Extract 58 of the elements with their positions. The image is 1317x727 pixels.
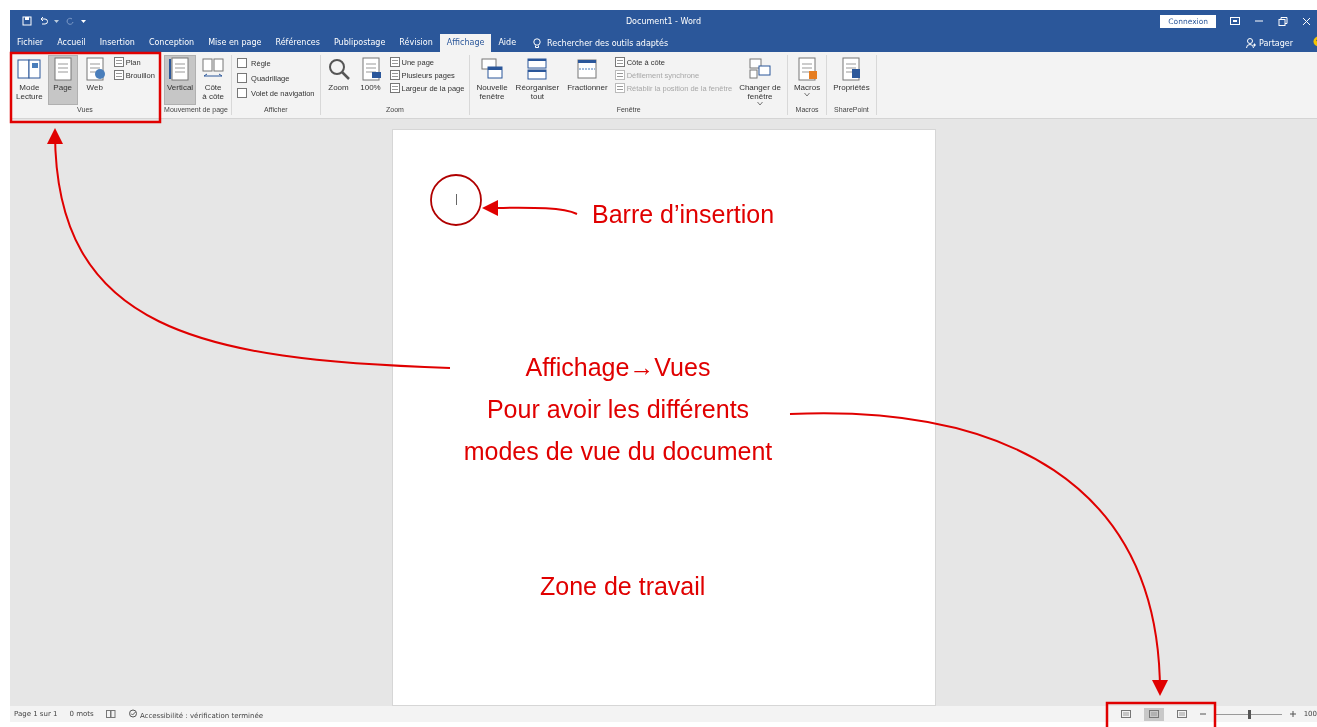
ribbon-button[interactable]: Côte à côte	[198, 55, 229, 105]
book-check-icon[interactable]	[105, 709, 116, 719]
ribbon-button[interactable]: 100%	[355, 55, 386, 105]
ribbon-tab[interactable]: Révision	[392, 34, 440, 52]
annotation-label: Barre d’insertion	[592, 199, 775, 230]
zoom-in-icon[interactable]	[1289, 711, 1296, 717]
share-button[interactable]: Partager	[1240, 34, 1299, 52]
ribbon-button[interactable]: Changer de fenêtre	[736, 55, 784, 108]
ribbon-button[interactable]: Fractionner	[564, 55, 611, 105]
checkbox[interactable]	[237, 88, 248, 98]
view-button[interactable]	[1143, 707, 1164, 721]
save-icon[interactable]	[22, 16, 32, 26]
ribbon-button[interactable]: Vertical	[163, 55, 197, 105]
split-icon	[575, 57, 600, 81]
zoom-out-icon[interactable]	[1199, 711, 1206, 717]
search-hint[interactable]: Rechercher des outils adaptés	[547, 38, 669, 48]
window-title: Document1 - Word	[625, 16, 702, 26]
ribbon-button[interactable]: Web	[79, 55, 110, 105]
caret-icon[interactable]	[54, 18, 59, 24]
ribbon-tab[interactable]: Mise en page	[201, 34, 269, 52]
new-window-icon	[480, 57, 505, 81]
macro-icon	[795, 57, 820, 81]
ribbon-tab[interactable]: Insertion	[92, 34, 142, 52]
accessibility-icon	[127, 708, 138, 718]
ribbon-button[interactable]: Macros	[790, 55, 824, 105]
arrange-icon	[525, 57, 550, 81]
ribbon-tab[interactable]: Publipostage	[326, 34, 393, 52]
ribbon-button[interactable]: Page	[47, 55, 78, 105]
ribbon-tab[interactable]: Références	[268, 34, 327, 52]
lightbulb-icon	[533, 37, 542, 49]
highlight-circle	[430, 174, 482, 226]
ribbon-tab[interactable]: Conception	[141, 34, 202, 52]
annotation-text: Affichage→Vues Pour avoir les différents modes de vue du document	[462, 352, 774, 467]
undo-icon[interactable]	[38, 16, 48, 26]
person-icon	[1246, 38, 1256, 48]
ribbon-button[interactable]: Mode Lecture	[13, 55, 46, 105]
ribbon-button[interactable]: Réorganiser tout	[512, 55, 563, 105]
checkbox[interactable]	[237, 58, 248, 68]
slider-thumb[interactable]	[1247, 709, 1251, 719]
ribbon-button[interactable]: Zoom	[323, 55, 354, 105]
minimize-icon[interactable]	[1254, 17, 1264, 25]
magnifier-icon	[326, 57, 351, 81]
ribbon-button[interactable]: Nouvelle fenêtre	[473, 55, 511, 105]
book-icon	[17, 57, 42, 81]
ribbon-tab[interactable]: Aide	[491, 34, 524, 52]
ribbon-button[interactable]: Propriétés	[830, 55, 873, 105]
switch-windows-icon	[748, 57, 773, 81]
vertical-scroll-icon	[168, 57, 192, 81]
caret-icon[interactable]	[81, 18, 86, 24]
restore-icon[interactable]	[1278, 16, 1288, 26]
ribbon-tab[interactable]: Accueil	[50, 34, 93, 52]
text-cursor	[455, 194, 457, 205]
annotation-label: Zone de travail	[540, 571, 706, 602]
ribbon-tab[interactable]: Affichage	[439, 34, 492, 52]
close-icon[interactable]	[1302, 16, 1311, 26]
ribbon-tab[interactable]: Fichier	[10, 34, 51, 52]
checkbox[interactable]	[237, 73, 248, 83]
ribbon-display-icon[interactable]	[1230, 17, 1240, 25]
